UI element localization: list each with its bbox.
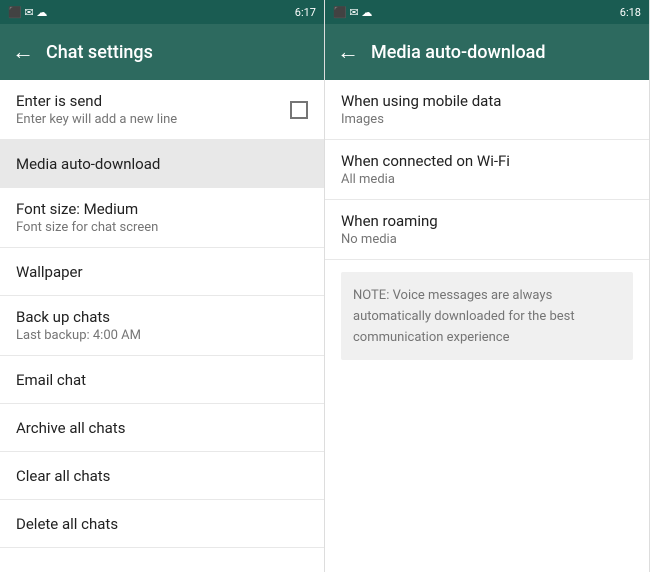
right-settings-list: When using mobile data Images When conne… xyxy=(325,80,649,572)
delete-all-chats-title: Delete all chats xyxy=(16,515,118,533)
note-box: NOTE: Voice messages are always automati… xyxy=(341,272,633,360)
setting-item-font-size[interactable]: Font size: Medium Font size for chat scr… xyxy=(0,188,324,248)
left-panel: ⬛ ✉ ☁ 6:17 ← Chat settings Enter is send… xyxy=(0,0,325,572)
wifi-subtitle: All media xyxy=(341,172,510,187)
left-back-button[interactable]: ← xyxy=(12,39,34,65)
wallpaper-title: Wallpaper xyxy=(16,263,83,281)
right-status-right: 6:18 xyxy=(620,6,641,19)
setting-item-roaming[interactable]: When roaming No media xyxy=(325,200,649,260)
setting-item-clear-all-chats[interactable]: Clear all chats xyxy=(0,452,324,500)
setting-item-email-chat[interactable]: Email chat xyxy=(0,356,324,404)
mobile-data-subtitle: Images xyxy=(341,112,501,127)
right-status-left-icons: ⬛ ✉ ☁ xyxy=(333,6,372,19)
setting-item-backup-chats[interactable]: Back up chats Last backup: 4:00 AM xyxy=(0,296,324,356)
wifi-title: When connected on Wi-Fi xyxy=(341,152,510,170)
right-back-button[interactable]: ← xyxy=(337,39,359,65)
email-chat-title: Email chat xyxy=(16,371,86,389)
font-size-subtitle: Font size for chat screen xyxy=(16,220,158,235)
right-time: 6:18 xyxy=(620,6,641,19)
right-status-icons: ⬛ ✉ ☁ xyxy=(333,6,372,19)
setting-item-wallpaper[interactable]: Wallpaper xyxy=(0,248,324,296)
archive-all-chats-title: Archive all chats xyxy=(16,419,125,437)
right-toolbar-title: Media auto-download xyxy=(371,42,546,63)
backup-chats-title: Back up chats xyxy=(16,308,141,326)
right-status-bar: ⬛ ✉ ☁ 6:18 xyxy=(325,0,649,24)
left-toolbar: ← Chat settings xyxy=(0,24,324,80)
setting-item-wifi[interactable]: When connected on Wi-Fi All media xyxy=(325,140,649,200)
backup-chats-subtitle: Last backup: 4:00 AM xyxy=(16,328,141,343)
font-size-title: Font size: Medium xyxy=(16,200,158,218)
clear-all-chats-title: Clear all chats xyxy=(16,467,110,485)
media-auto-download-title: Media auto-download xyxy=(16,155,160,173)
roaming-subtitle: No media xyxy=(341,232,438,247)
left-status-icons: ⬛ ✉ ☁ xyxy=(8,6,47,19)
left-status-left-icons: ⬛ ✉ ☁ xyxy=(8,6,47,19)
enter-is-send-title: Enter is send xyxy=(16,92,177,110)
note-text: NOTE: Voice messages are always automati… xyxy=(353,288,575,345)
left-time: 6:17 xyxy=(295,6,316,19)
enter-is-send-checkbox[interactable] xyxy=(290,101,308,119)
roaming-title: When roaming xyxy=(341,212,438,230)
mobile-data-title: When using mobile data xyxy=(341,92,501,110)
setting-item-media-auto-download[interactable]: Media auto-download xyxy=(0,140,324,188)
left-toolbar-title: Chat settings xyxy=(46,42,153,63)
setting-item-mobile-data[interactable]: When using mobile data Images xyxy=(325,80,649,140)
right-panel: ⬛ ✉ ☁ 6:18 ← Media auto-download When us… xyxy=(325,0,650,572)
enter-is-send-subtitle: Enter key will add a new line xyxy=(16,112,177,127)
setting-item-delete-all-chats[interactable]: Delete all chats xyxy=(0,500,324,548)
right-toolbar: ← Media auto-download xyxy=(325,24,649,80)
setting-item-archive-all-chats[interactable]: Archive all chats xyxy=(0,404,324,452)
left-status-right: 6:17 xyxy=(295,6,316,19)
left-settings-list: Enter is send Enter key will add a new l… xyxy=(0,80,324,572)
setting-item-enter-is-send[interactable]: Enter is send Enter key will add a new l… xyxy=(0,80,324,140)
left-status-bar: ⬛ ✉ ☁ 6:17 xyxy=(0,0,324,24)
